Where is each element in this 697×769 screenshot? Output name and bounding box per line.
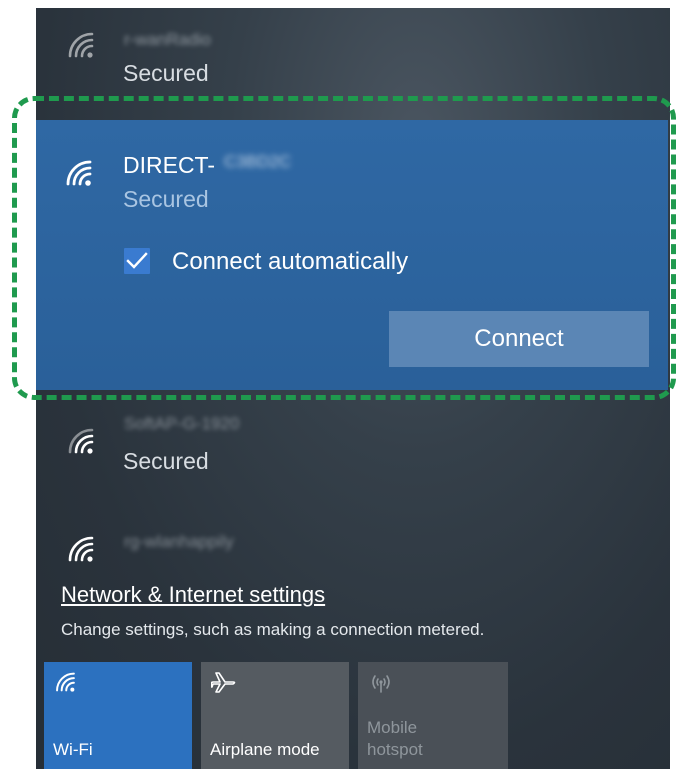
wifi-signal-icon <box>64 158 98 188</box>
checkmark-icon <box>126 251 148 271</box>
network-item[interactable]: r-wanRadio Secured <box>36 8 670 100</box>
network-name: DIRECT- <box>123 152 215 178</box>
connect-automatically-label[interactable]: Connect automatically <box>172 248 408 276</box>
connect-button[interactable]: Connect <box>389 311 649 367</box>
network-item[interactable]: SoftAP-G-1920 Secured <box>36 404 670 500</box>
settings-description: Change settings, such as making a connec… <box>61 620 485 639</box>
network-status: Secured <box>123 186 209 212</box>
network-item[interactable]: rg-wlanhappily <box>36 518 670 578</box>
network-name-suffix-redacted: C3BD2C <box>224 152 292 171</box>
airplane-icon <box>210 670 237 694</box>
network-name: r-wanRadio <box>124 30 211 49</box>
wifi-toggle-tile[interactable]: Wi-Fi <box>44 662 192 769</box>
tile-label: Mobile hotspot <box>367 718 423 759</box>
wifi-signal-icon <box>66 30 100 60</box>
hotspot-icon <box>368 670 394 694</box>
connect-automatically-checkbox[interactable] <box>124 248 150 274</box>
network-status: Secured <box>123 60 209 86</box>
tile-label: Wi-Fi <box>53 740 93 759</box>
wifi-icon <box>54 670 80 694</box>
network-flyout: r-wanRadio Secured DIRECT- C3BD2C Secure… <box>36 8 670 769</box>
tile-label: Airplane mode <box>210 740 320 759</box>
network-internet-settings-link[interactable]: Network & Internet settings <box>61 582 325 608</box>
network-name: rg-wlanhappily <box>124 532 234 551</box>
airplane-mode-tile[interactable]: Airplane mode <box>201 662 349 769</box>
wifi-signal-icon <box>66 426 100 456</box>
network-item-selected[interactable]: DIRECT- C3BD2C Secured Connect automatic… <box>36 120 668 390</box>
wifi-signal-icon <box>66 534 100 564</box>
mobile-hotspot-tile[interactable]: Mobile hotspot <box>358 662 508 769</box>
network-name: SoftAP-G-1920 <box>124 414 240 433</box>
network-status: Secured <box>123 448 209 474</box>
